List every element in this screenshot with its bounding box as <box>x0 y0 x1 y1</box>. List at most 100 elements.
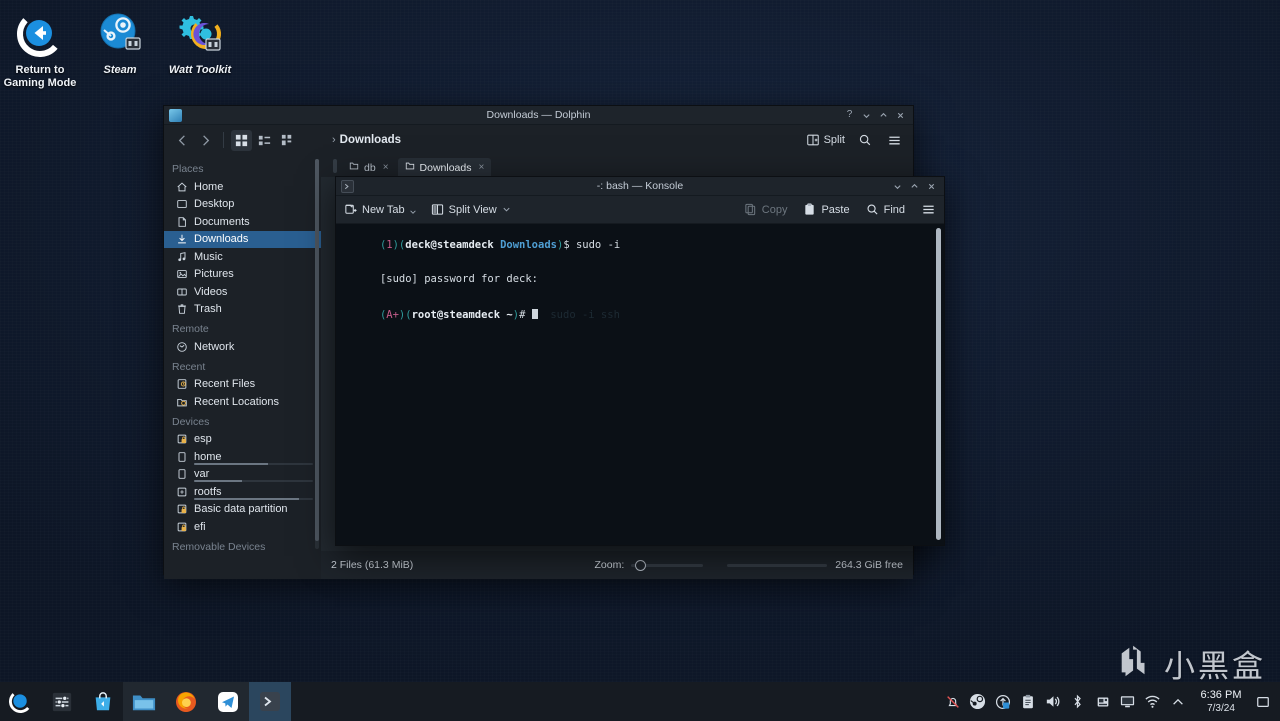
terminal-line: (1)(deck@steamdeck Downloads)$ sudo -i <box>342 228 938 263</box>
maximize-icon[interactable] <box>907 179 922 194</box>
taskbar[interactable]: 6:36 PM 7/3/24 <box>0 682 1280 721</box>
dolphin-titlebar[interactable]: Downloads — Dolphin ? <box>164 106 913 125</box>
back-icon[interactable] <box>172 130 193 151</box>
music-icon <box>175 250 188 263</box>
help-icon[interactable]: ? <box>842 108 857 123</box>
find-label: Find <box>883 203 905 216</box>
sidebar-item-home[interactable]: Home <box>164 178 321 196</box>
downloads-icon <box>175 233 188 246</box>
chevron-up-icon[interactable] <box>1165 682 1190 721</box>
tabbar-handle[interactable] <box>333 159 337 173</box>
icons-view-icon[interactable] <box>231 129 252 151</box>
watt-toolkit-icon <box>176 10 224 58</box>
sidebar-item-rootfs[interactable]: rootfs <box>164 483 321 501</box>
dolphin-toolbar-right[interactable]: Split <box>806 130 905 151</box>
minimize-icon[interactable] <box>890 179 905 194</box>
taskbar-task-konsole[interactable] <box>249 682 291 721</box>
zoom-control[interactable]: Zoom: <box>595 559 704 571</box>
monitor-icon[interactable] <box>1115 682 1140 721</box>
tab-db[interactable]: db × <box>342 158 396 177</box>
places-scrollbar[interactable] <box>315 159 319 549</box>
taskbar-application-launcher[interactable] <box>0 682 41 721</box>
hamburger-menu-icon[interactable] <box>884 130 905 151</box>
sidebar-item-videos[interactable]: Videos <box>164 283 321 301</box>
sidebar-item-label: rootfs <box>194 485 222 498</box>
sidebar-item-documents[interactable]: Documents <box>164 213 321 231</box>
minimize-icon[interactable] <box>859 108 874 123</box>
terminal-scrollbar[interactable] <box>936 228 941 540</box>
update-arrow-icon[interactable] <box>990 682 1015 721</box>
new-tab-label: New Tab <box>362 203 405 216</box>
steam-icon[interactable] <box>965 682 990 721</box>
capacity-bar <box>194 497 313 500</box>
toolbar-separator <box>223 132 224 148</box>
split-button[interactable]: Split <box>806 133 845 147</box>
breadcrumb[interactable]: › Downloads <box>332 134 401 146</box>
maximize-icon[interactable] <box>876 108 891 123</box>
desktop-icon-steam[interactable]: Steam <box>80 4 160 90</box>
taskbar-discover-store[interactable] <box>82 682 123 721</box>
details-view-icon[interactable] <box>277 130 298 151</box>
taskbar-task-firefox[interactable] <box>165 682 207 721</box>
close-icon[interactable] <box>924 179 939 194</box>
desktop-icon-label: Watt Toolkit <box>168 64 232 76</box>
clock-widget[interactable]: 6:36 PM 7/3/24 <box>1190 689 1252 715</box>
paste-button[interactable]: Paste <box>803 203 850 216</box>
find-button[interactable]: Find <box>866 203 905 216</box>
search-icon[interactable] <box>854 130 875 151</box>
usb-drive-icon[interactable] <box>1090 682 1115 721</box>
sidebar-item-esp[interactable]: esp <box>164 431 321 449</box>
sidebar-item-desktop[interactable]: Desktop <box>164 196 321 214</box>
sliders-icon <box>52 692 71 711</box>
taskbar-task-telegram[interactable] <box>207 682 249 721</box>
sidebar-item-pictures[interactable]: Pictures <box>164 266 321 284</box>
close-icon[interactable]: × <box>383 162 389 173</box>
desktop-icon-watt-toolkit[interactable]: Watt Toolkit <box>160 4 240 90</box>
breadcrumb-current[interactable]: Downloads <box>340 134 401 146</box>
sidebar-item-home-device[interactable]: home <box>164 448 321 466</box>
clipboard-icon[interactable] <box>1015 682 1040 721</box>
desktop-icon-return-to-gaming-mode[interactable]: Return to Gaming Mode <box>0 4 80 90</box>
bell-muted-icon[interactable] <box>940 682 965 721</box>
sidebar-item-label: esp <box>194 433 212 446</box>
sidebar-item-trash[interactable]: Trash <box>164 301 321 319</box>
konsole-window[interactable]: -: bash — Konsole New Tab Split View Cop… <box>335 176 945 546</box>
dolphin-tabbar[interactable]: db × Downloads × <box>321 155 913 177</box>
dolphin-window-controls[interactable]: ? <box>842 108 913 123</box>
places-panel[interactable]: Places Home Desktop Documents Downloads … <box>164 155 321 579</box>
hamburger-menu-icon[interactable] <box>921 202 936 217</box>
konsole-toolbar[interactable]: New Tab Split View Copy Paste Find <box>336 196 944 224</box>
sidebar-item-music[interactable]: Music <box>164 248 321 266</box>
konsole-window-controls[interactable] <box>890 179 944 194</box>
terminal-output[interactable]: (1)(deck@steamdeck Downloads)$ sudo -i [… <box>336 224 944 545</box>
zoom-slider[interactable] <box>631 559 704 571</box>
system-tray[interactable]: 6:36 PM 7/3/24 <box>940 682 1280 721</box>
tab-downloads[interactable]: Downloads × <box>397 158 492 177</box>
network-icon <box>175 340 188 353</box>
close-icon[interactable] <box>893 108 908 123</box>
sidebar-item-recent-files[interactable]: Recent Files <box>164 376 321 394</box>
compact-view-icon[interactable] <box>254 130 275 151</box>
steamos-launcher-icon <box>9 690 32 713</box>
sidebar-item-basic-data-partition[interactable]: Basic data partition <box>164 501 321 519</box>
sidebar-item-recent-locations[interactable]: Recent Locations <box>164 393 321 411</box>
close-icon[interactable]: × <box>478 162 484 173</box>
sidebar-item-downloads[interactable]: Downloads <box>164 230 321 248</box>
sidebar-item-var[interactable]: var <box>164 466 321 484</box>
split-view-button[interactable]: Split View <box>431 203 511 216</box>
new-tab-button[interactable]: New Tab <box>344 203 417 216</box>
desktop-icon-label: Return to Gaming Mode <box>3 64 77 89</box>
sidebar-item-network[interactable]: Network <box>164 338 321 356</box>
forward-icon[interactable] <box>195 130 216 151</box>
taskbar-system-settings[interactable] <box>41 682 82 721</box>
bluetooth-icon[interactable] <box>1065 682 1090 721</box>
sidebar-item-efi[interactable]: efi <box>164 518 321 536</box>
taskbar-task-dolphin[interactable] <box>123 682 165 721</box>
zoom-slider-knob[interactable] <box>635 559 647 571</box>
dolphin-toolbar[interactable]: › Downloads Split <box>164 125 913 155</box>
konsole-toolbar-right[interactable]: Copy Paste Find <box>744 202 936 217</box>
konsole-titlebar[interactable]: -: bash — Konsole <box>336 177 944 196</box>
speaker-icon[interactable] <box>1040 682 1065 721</box>
show-desktop-icon[interactable] <box>1252 682 1274 721</box>
wifi-icon[interactable] <box>1140 682 1165 721</box>
